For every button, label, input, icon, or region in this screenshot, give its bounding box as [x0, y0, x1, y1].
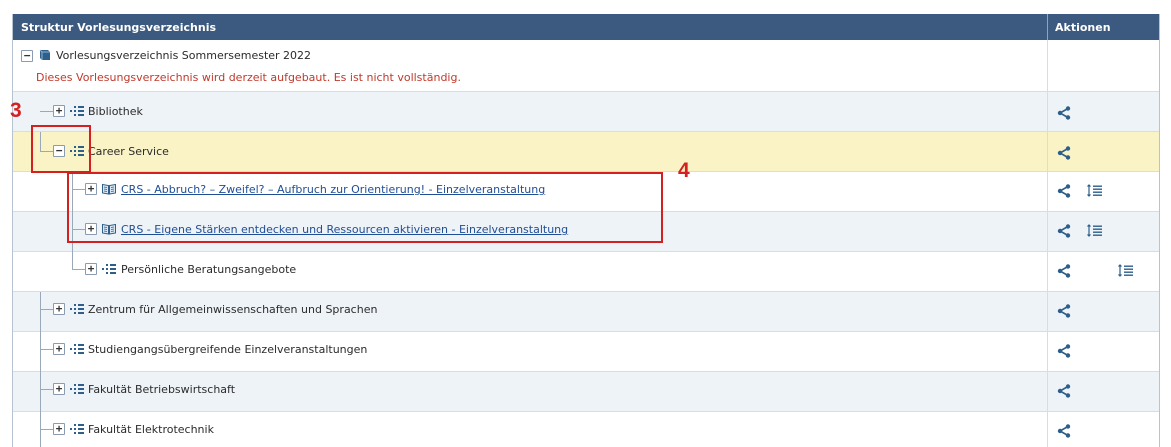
- hierarchy-icon: [70, 106, 84, 116]
- node-label-career-service: Career Service: [88, 145, 169, 158]
- hierarchy-icon: [102, 264, 116, 274]
- share-icon[interactable]: [1057, 344, 1071, 358]
- incomplete-notice: Dieses Vorlesungsverzeichnis wird derzei…: [36, 71, 461, 84]
- header-divider: [1047, 14, 1048, 40]
- table-header: Struktur Vorlesungsverzeichnis Aktionen: [13, 14, 1159, 40]
- actions-divider: [1047, 292, 1048, 331]
- share-icon[interactable]: [1057, 424, 1071, 438]
- add-to-schedule-icon[interactable]: [1087, 224, 1102, 237]
- share-icon[interactable]: [1057, 304, 1071, 318]
- annotation-step-3: 3: [10, 99, 22, 122]
- tree-connector: [40, 429, 54, 430]
- actions-divider: [1047, 132, 1048, 171]
- actions-divider: [1047, 252, 1048, 291]
- tree-connector: [72, 269, 86, 270]
- book-icon: [39, 49, 50, 60]
- add-to-schedule-icon[interactable]: [1118, 264, 1133, 277]
- expand-toggle-bwl[interactable]: +: [53, 383, 65, 395]
- expand-toggle-zentrum[interactable]: +: [53, 303, 65, 315]
- hierarchy-icon: [70, 344, 84, 354]
- annotation-box-step-4: [67, 172, 663, 243]
- tree-row-bibliothek[interactable]: + Bibliothek: [13, 92, 1159, 132]
- share-icon[interactable]: [1057, 184, 1071, 198]
- tree-row-career-service[interactable]: − Career Service: [13, 132, 1159, 172]
- node-label-zentrum: Zentrum für Allgemeinwissenschaften und …: [88, 303, 378, 316]
- node-label-etechnik: Fakultät Elektrotechnik: [88, 423, 214, 436]
- node-label-bwl: Fakultät Betriebswirtschaft: [88, 383, 236, 396]
- actions-divider: [1047, 372, 1048, 411]
- actions-divider: [1047, 172, 1048, 211]
- tree-row-etechnik[interactable]: + Fakultät Elektrotechnik: [13, 412, 1159, 447]
- share-icon[interactable]: [1057, 224, 1071, 238]
- actions-divider: [1047, 40, 1048, 91]
- header-structure-title: Struktur Vorlesungsverzeichnis: [21, 21, 217, 34]
- root-label: Vorlesungsverzeichnis Sommersemester 202…: [56, 49, 312, 62]
- share-icon[interactable]: [1057, 146, 1071, 160]
- header-actions-title: Aktionen: [1055, 21, 1111, 34]
- hierarchy-icon: [70, 304, 84, 314]
- tree-connector: [40, 349, 54, 350]
- expand-toggle-bibliothek[interactable]: +: [53, 105, 65, 117]
- annotation-step-4: 4: [678, 159, 690, 182]
- expand-toggle-etechnik[interactable]: +: [53, 423, 65, 435]
- share-icon[interactable]: [1057, 264, 1071, 278]
- actions-divider: [1047, 92, 1048, 131]
- tree-connector: [40, 332, 41, 372]
- hierarchy-icon: [70, 424, 84, 434]
- actions-divider: [1047, 412, 1048, 447]
- tree-connector: [40, 309, 54, 310]
- share-icon[interactable]: [1057, 106, 1071, 120]
- annotation-box-step-3: [31, 125, 91, 173]
- tree-connector: [40, 111, 54, 112]
- tree-row-root: − Vorlesungsverzeichnis Sommersemester 2…: [13, 40, 1159, 92]
- tree-connector: [40, 389, 54, 390]
- tree-connector: [40, 372, 41, 412]
- tree-row-zentrum[interactable]: + Zentrum für Allgemeinwissenschaften un…: [13, 292, 1159, 332]
- expand-toggle-beratung[interactable]: +: [85, 263, 97, 275]
- tree-connector: [72, 252, 73, 270]
- expand-toggle-studiengang[interactable]: +: [53, 343, 65, 355]
- tree-row-studiengang[interactable]: + Studiengangsübergreifende Einzelverans…: [13, 332, 1159, 372]
- actions-divider: [1047, 212, 1048, 251]
- tree-connector: [40, 292, 41, 332]
- actions-divider: [1047, 332, 1048, 371]
- node-label-studiengang: Studiengangsübergreifende Einzelveransta…: [88, 343, 368, 356]
- tree-row-beratung[interactable]: + Persönliche Beratungsangebote: [13, 252, 1159, 292]
- node-label-beratung: Persönliche Beratungsangebote: [121, 263, 297, 276]
- share-icon[interactable]: [1057, 384, 1071, 398]
- node-label-bibliothek: Bibliothek: [88, 105, 143, 118]
- hierarchy-icon: [70, 384, 84, 394]
- add-to-schedule-icon[interactable]: [1087, 184, 1102, 197]
- collapse-toggle-root[interactable]: −: [21, 50, 33, 62]
- tree-row-bwl[interactable]: + Fakultät Betriebswirtschaft: [13, 372, 1159, 412]
